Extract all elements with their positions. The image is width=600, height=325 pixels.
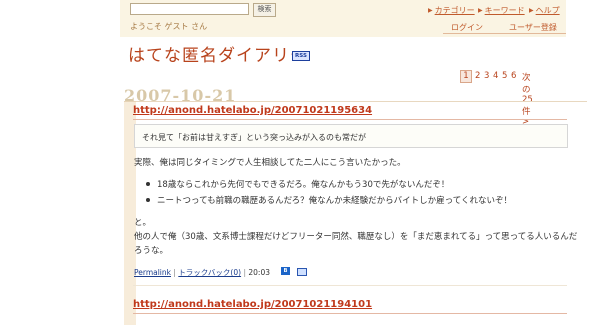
pager-page[interactable]: 3 bbox=[484, 71, 489, 81]
quote-text: それ見て「お前は甘えすぎ」という突っ込みが入るのも常だが bbox=[142, 133, 366, 142]
entry-paragraph: 他の人で俺（30歳、文系博士課程だけどフリーター同然、職歴なし）を「まだ恵まれて… bbox=[134, 232, 578, 242]
entry-paragraph: ろうな。 bbox=[134, 246, 169, 256]
divider bbox=[133, 285, 567, 286]
divider bbox=[136, 101, 587, 102]
divider bbox=[443, 33, 566, 34]
arrow-icon: ▶ bbox=[529, 7, 534, 14]
nav-help[interactable]: ▶ ヘルプ bbox=[529, 5, 560, 16]
login-link[interactable]: ログイン bbox=[451, 22, 483, 33]
nav-category-label: カテゴリー bbox=[434, 6, 475, 15]
welcome-text: ようこそ ゲスト さん bbox=[130, 22, 208, 31]
separator: | bbox=[243, 268, 246, 277]
entry-paragraph: 実際、俺は同じタイミングで人生相談してた二人にこう言いたかった。 bbox=[134, 158, 406, 168]
day-date: 2007-10-21 bbox=[124, 86, 237, 105]
list-item: ニートつっても前職の職歴あるんだろ？俺なんか未経験だからバイトしか雇ってくれない… bbox=[157, 196, 512, 206]
divider bbox=[133, 119, 567, 120]
permalink-link[interactable]: Permalink bbox=[134, 268, 171, 277]
trackback-link[interactable]: トラックバック(0) bbox=[178, 268, 241, 277]
divider bbox=[133, 313, 567, 314]
pager-current: 1 bbox=[460, 70, 472, 83]
nav-category[interactable]: ▶ カテゴリー bbox=[428, 5, 475, 16]
arrow-icon: ▶ bbox=[428, 7, 433, 14]
list-item: 18歳ならこれから先何でもできるだろ。俺なんかもう30で先がないんだぞ！ bbox=[157, 180, 450, 190]
separator: | bbox=[173, 268, 176, 277]
comment-icon[interactable] bbox=[297, 268, 307, 276]
rss-icon[interactable]: RSS bbox=[292, 51, 310, 61]
pager-page[interactable]: 2 bbox=[475, 71, 480, 81]
hatena-bookmark-icon[interactable]: B bbox=[281, 267, 290, 275]
nav-keyword-label: キーワード bbox=[484, 6, 525, 15]
bullet-icon bbox=[146, 198, 150, 202]
quote-box: それ見て「お前は甘えすぎ」という突っ込みが入るのも常だが bbox=[134, 124, 568, 148]
entry-time: 20:03 bbox=[248, 268, 270, 277]
entry-paragraph: と。 bbox=[134, 218, 152, 228]
entry-link[interactable]: http://anond.hatelabo.jp/20071021195634 bbox=[133, 105, 372, 116]
top-bar: 検索 ようこそ ゲスト さん ▶ カテゴリー ▶ キーワード ▶ ヘルプ ログイン ユ… bbox=[120, 0, 566, 37]
site-title[interactable]: はてな匿名ダイアリー bbox=[128, 41, 308, 66]
pager-page[interactable]: 6 bbox=[511, 71, 516, 81]
arrow-icon: ▶ bbox=[478, 7, 483, 14]
register-link[interactable]: ユーザー登録 bbox=[509, 22, 557, 33]
nav-keyword[interactable]: ▶ キーワード bbox=[478, 5, 525, 16]
bullet-icon bbox=[146, 182, 150, 186]
entry-link[interactable]: http://anond.hatelabo.jp/20071021194101 bbox=[133, 299, 372, 310]
entry-footer: Permalink | トラックバック(0) | 20:03 bbox=[134, 267, 270, 278]
search-button[interactable]: 検索 bbox=[253, 3, 276, 17]
pager-page[interactable]: 4 bbox=[493, 71, 498, 81]
nav-help-label: ヘルプ bbox=[535, 6, 560, 15]
pager-page[interactable]: 5 bbox=[502, 71, 507, 81]
search-input[interactable] bbox=[130, 3, 249, 15]
